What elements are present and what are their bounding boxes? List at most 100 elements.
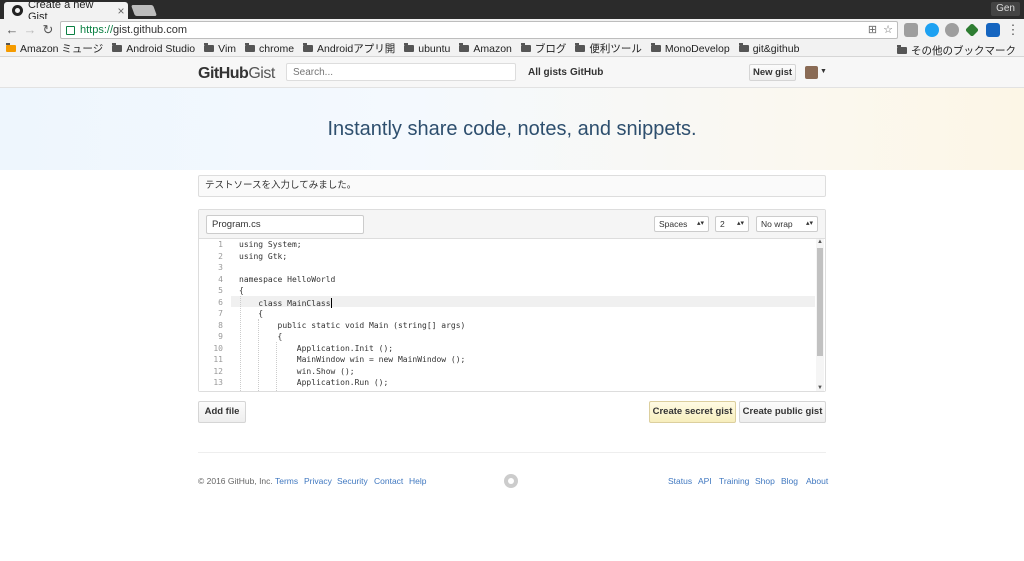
bookmark-item[interactable]: ブログ bbox=[520, 41, 566, 56]
profile-button[interactable]: Gen bbox=[991, 2, 1020, 16]
updown-icon: ▴▾ bbox=[696, 220, 704, 227]
file-header: Program.cs Spaces ▴▾ 2 ▴▾ No wrap ▴▾ bbox=[199, 210, 825, 239]
gist-header: GitHubGist All gists GitHub New gist ▼ bbox=[0, 57, 1024, 88]
bookmark-item[interactable]: 便利ツール bbox=[575, 41, 642, 56]
extension-icon[interactable] bbox=[904, 23, 918, 37]
code-line-active: class MainClass bbox=[239, 297, 332, 308]
footer-link-shop[interactable]: Shop bbox=[755, 476, 775, 486]
editor-scrollbar[interactable]: ▲ ▼ bbox=[816, 239, 824, 391]
bookmark-item[interactable]: MonoDevelop bbox=[650, 43, 730, 55]
updown-icon: ▴▾ bbox=[736, 220, 744, 227]
footer-link-api[interactable]: API bbox=[698, 476, 712, 486]
url-scheme: https:// bbox=[80, 24, 114, 36]
bookmark-item[interactable]: Androidアプリ開 bbox=[303, 41, 395, 56]
scroll-up-icon[interactable]: ▲ bbox=[816, 239, 824, 245]
reload-button[interactable]: ↻ bbox=[40, 22, 56, 38]
extension-icon[interactable] bbox=[986, 23, 1000, 37]
line-number: 10 bbox=[213, 343, 223, 353]
line-number: 13 bbox=[213, 378, 223, 387]
create-secret-gist-button[interactable]: Create secret gist bbox=[649, 401, 736, 423]
all-gists-link[interactable]: All gists bbox=[528, 67, 567, 78]
line-number: 12 bbox=[213, 366, 223, 376]
tab-close-icon[interactable]: × bbox=[114, 4, 128, 18]
gist-logo[interactable]: GitHubGist bbox=[198, 65, 275, 83]
description-input[interactable]: テストソースを入力してみました。 bbox=[198, 175, 826, 197]
menu-icon[interactable]: ⋮ bbox=[1005, 22, 1021, 38]
line-number: 7 bbox=[218, 309, 223, 318]
forward-button[interactable]: → bbox=[22, 22, 38, 38]
new-tab-button[interactable] bbox=[130, 5, 158, 16]
line-number: 1 bbox=[218, 240, 223, 249]
hero-title: Instantly share code, notes, and snippet… bbox=[327, 118, 697, 140]
footer-link-about[interactable]: About bbox=[806, 476, 828, 486]
line-gutter: 1 2 3 4 5 6 7 8 9 10 11 12 13 bbox=[199, 239, 231, 391]
footer-link-training[interactable]: Training bbox=[719, 476, 749, 486]
url-input[interactable]: https://gist.github.com ⊞ ☆ bbox=[60, 21, 898, 39]
other-bookmarks[interactable]: その他のブックマーク bbox=[897, 43, 1016, 58]
code-line: Application.Run (); bbox=[239, 378, 389, 387]
code-line: using System; bbox=[239, 240, 302, 249]
footer-link-contact[interactable]: Contact bbox=[374, 476, 403, 486]
folder-icon bbox=[520, 43, 531, 52]
folder-icon bbox=[303, 43, 314, 52]
bookmark-item[interactable]: Android Studio bbox=[112, 43, 195, 55]
chevron-down-icon[interactable]: ▼ bbox=[820, 68, 827, 75]
add-file-button[interactable]: Add file bbox=[198, 401, 246, 423]
code-editor[interactable]: 1 2 3 4 5 6 7 8 9 10 11 12 13 using Syst… bbox=[199, 239, 825, 391]
star-icon[interactable]: ☆ bbox=[883, 23, 893, 36]
browser-tab[interactable]: Create a new Gist × bbox=[4, 0, 128, 23]
hero-banner: Instantly share code, notes, and snippet… bbox=[0, 88, 1024, 170]
translate-icon[interactable]: ⊞ bbox=[868, 23, 877, 36]
line-number: 8 bbox=[218, 320, 223, 330]
twitter-extension-icon[interactable] bbox=[925, 23, 939, 37]
folder-icon bbox=[112, 43, 123, 52]
bookmark-item[interactable]: Amazon bbox=[459, 43, 512, 55]
indent-size-select[interactable]: 2 ▴▾ bbox=[715, 216, 749, 232]
lock-icon bbox=[66, 25, 75, 35]
create-public-gist-button[interactable]: Create public gist bbox=[739, 401, 826, 423]
scroll-down-icon[interactable]: ▼ bbox=[816, 385, 824, 391]
code-line: MainWindow win = new MainWindow (); bbox=[239, 355, 466, 364]
line-number: 5 bbox=[218, 286, 223, 295]
code-line: public static void Main (string[] args) bbox=[239, 320, 466, 330]
github-link[interactable]: GitHub bbox=[570, 67, 603, 78]
code-line: { bbox=[239, 286, 244, 295]
footer-divider bbox=[198, 452, 826, 453]
file-editor-box: Program.cs Spaces ▴▾ 2 ▴▾ No wrap ▴▾ 1 2 3 … bbox=[198, 209, 826, 392]
extension-icon[interactable] bbox=[965, 23, 979, 37]
github-favicon-icon bbox=[12, 5, 23, 16]
avatar[interactable] bbox=[805, 66, 818, 79]
code-line: namespace HelloWorld bbox=[239, 274, 336, 284]
code-line: win.Show (); bbox=[239, 366, 355, 376]
wrap-mode-select[interactable]: No wrap ▴▾ bbox=[756, 216, 818, 232]
amazon-icon bbox=[6, 43, 16, 52]
folder-icon bbox=[204, 43, 215, 52]
folder-icon bbox=[404, 43, 415, 52]
bookmarks-bar: Amazon ミュージ Android Studio Vim chrome An… bbox=[0, 41, 1024, 57]
bookmark-item[interactable]: git&github bbox=[738, 43, 799, 55]
footer-link-terms[interactable]: Terms bbox=[275, 476, 298, 486]
code-line: { bbox=[239, 332, 283, 341]
footer-link-help[interactable]: Help bbox=[409, 476, 426, 486]
bookmark-item[interactable]: ubuntu bbox=[404, 43, 450, 55]
footer-link-privacy[interactable]: Privacy bbox=[304, 476, 332, 486]
github-octocat-icon[interactable] bbox=[504, 474, 518, 488]
new-gist-button[interactable]: New gist bbox=[749, 64, 796, 81]
code-line: { bbox=[239, 309, 264, 318]
code-line: using Gtk; bbox=[239, 251, 288, 261]
text-cursor bbox=[330, 297, 332, 308]
bookmark-item[interactable]: Vim bbox=[204, 43, 236, 55]
footer-link-status[interactable]: Status bbox=[668, 476, 692, 486]
indent-mode-select[interactable]: Spaces ▴▾ bbox=[654, 216, 709, 232]
folder-icon bbox=[245, 43, 256, 52]
line-number: 6 bbox=[218, 297, 223, 307]
filename-input[interactable]: Program.cs bbox=[206, 215, 364, 234]
bookmark-item[interactable]: chrome bbox=[245, 43, 294, 55]
bookmark-item[interactable]: Amazon ミュージ bbox=[6, 41, 103, 56]
scrollbar-thumb[interactable] bbox=[817, 248, 823, 356]
footer-link-blog[interactable]: Blog bbox=[781, 476, 798, 486]
search-input[interactable] bbox=[286, 63, 516, 81]
footer-link-security[interactable]: Security bbox=[337, 476, 368, 486]
extension-icon[interactable] bbox=[945, 23, 959, 37]
back-button[interactable]: ← bbox=[4, 22, 20, 38]
